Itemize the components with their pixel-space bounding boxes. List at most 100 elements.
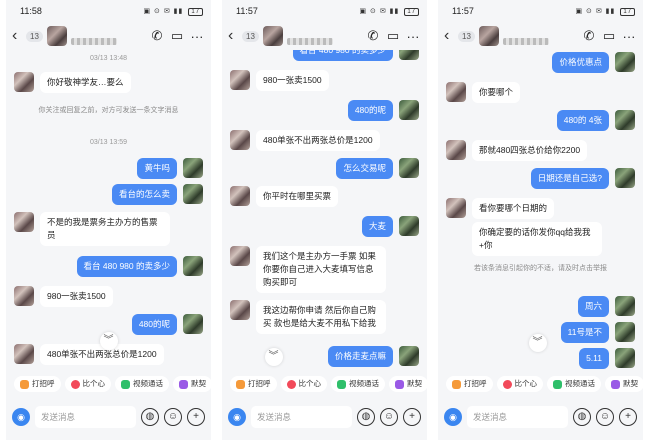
contact-name[interactable] xyxy=(70,32,145,45)
phone-icon[interactable]: ✆ xyxy=(365,28,381,44)
my-avatar[interactable] xyxy=(183,314,203,334)
chip-greet[interactable]: 打招呼 xyxy=(446,376,493,392)
message-bubble[interactable]: 980一张卖1500 xyxy=(40,286,113,307)
contact-name[interactable] xyxy=(502,32,577,45)
message-bubble[interactable]: 480的呢 xyxy=(131,314,177,335)
message-bubble[interactable]: 11号是不 xyxy=(560,322,609,343)
emoji-icon[interactable]: ☺ xyxy=(164,408,182,426)
my-avatar[interactable] xyxy=(615,168,635,188)
chip-greet[interactable]: 打招呼 xyxy=(230,376,277,392)
plus-icon[interactable]: + xyxy=(619,408,637,426)
scroll-down-icon[interactable]: ︾ xyxy=(264,348,283,366)
back-icon[interactable]: ‹ xyxy=(444,28,454,44)
contact-avatar[interactable] xyxy=(46,26,67,46)
message-bubble[interactable]: 看台的怎么卖 xyxy=(111,184,177,205)
chip-heart[interactable]: 比个心 xyxy=(280,376,327,392)
unread-count[interactable]: 13 xyxy=(26,30,43,42)
peer-avatar[interactable] xyxy=(446,198,466,218)
my-avatar[interactable] xyxy=(615,322,635,342)
message-bubble[interactable]: 480的 4张 xyxy=(556,110,609,131)
peer-avatar[interactable] xyxy=(230,186,250,206)
scroll-down-icon[interactable]: ︾ xyxy=(99,332,118,350)
unread-count[interactable]: 13 xyxy=(458,30,475,42)
peer-avatar[interactable] xyxy=(14,212,34,232)
message-bubble[interactable]: 那就480四张总价给你2200 xyxy=(472,140,588,161)
video-icon[interactable]: ▭ xyxy=(385,28,401,44)
audio-icon[interactable]: ◍ xyxy=(357,408,375,426)
my-avatar[interactable] xyxy=(183,184,203,204)
emoji-icon[interactable]: ☺ xyxy=(596,408,614,426)
message-input[interactable]: 发送消息 xyxy=(467,406,568,428)
peer-avatar[interactable] xyxy=(446,82,466,102)
peer-avatar[interactable] xyxy=(14,286,34,306)
my-avatar[interactable] xyxy=(615,52,635,72)
message-input[interactable]: 发送消息 xyxy=(35,406,136,428)
message-bubble[interactable]: 980一张卖1500 xyxy=(256,70,329,91)
more-icon[interactable]: ··· xyxy=(189,29,205,44)
more-icon[interactable]: ··· xyxy=(621,29,637,44)
message-bubble[interactable]: 你要哪个 xyxy=(472,82,521,103)
message-bubble[interactable]: 你确定要的话你发你qq给我我+你 xyxy=(472,222,602,256)
my-avatar[interactable] xyxy=(399,346,419,366)
chip-heart[interactable]: 比个心 xyxy=(496,376,543,392)
back-icon[interactable]: ‹ xyxy=(228,28,238,44)
unread-count[interactable]: 13 xyxy=(242,30,259,42)
voice-icon[interactable]: ◉ xyxy=(444,408,462,426)
message-bubble[interactable]: 看台 480 980 的卖多少 xyxy=(292,50,393,61)
peer-avatar[interactable] xyxy=(14,344,34,364)
chip-video-call[interactable]: 视频通话 xyxy=(547,376,601,392)
scroll-down-icon[interactable]: ︾ xyxy=(528,334,547,352)
phone-icon[interactable]: ✆ xyxy=(149,28,165,44)
plus-icon[interactable]: + xyxy=(403,408,421,426)
video-icon[interactable]: ▭ xyxy=(169,28,185,44)
message-bubble[interactable]: 你好敬神学友…要么 xyxy=(40,72,131,93)
contact-avatar[interactable] xyxy=(262,26,283,46)
message-bubble[interactable]: 黄牛吗 xyxy=(137,158,177,179)
peer-avatar[interactable] xyxy=(446,140,466,160)
report-notice[interactable]: 若该条消息引起你的不适，请及时点击举报 xyxy=(458,264,623,274)
chip-tacit[interactable]: 默契 xyxy=(173,376,211,392)
my-avatar[interactable] xyxy=(399,50,419,60)
plus-icon[interactable]: + xyxy=(187,408,205,426)
message-bubble[interactable]: 怎么交易呢 xyxy=(336,158,393,179)
message-bubble[interactable]: 看台 480 980 的卖多少 xyxy=(76,256,177,277)
chip-video-call[interactable]: 视频通话 xyxy=(331,376,385,392)
message-bubble[interactable]: 周六 xyxy=(577,296,609,317)
contact-name[interactable] xyxy=(286,32,361,45)
message-bubble[interactable]: 我们这个是主办方一手票 如果你要你自己进入大麦填写信息购买即可 xyxy=(256,246,386,293)
message-bubble[interactable]: 我这边帮你申请 然后你自己购买 款也是给大麦不用私下给我 xyxy=(256,300,386,334)
message-bubble[interactable]: 价格优惠点 xyxy=(552,52,609,73)
message-bubble[interactable]: 大麦 xyxy=(361,216,393,237)
back-icon[interactable]: ‹ xyxy=(12,28,22,44)
chip-tacit[interactable]: 默契 xyxy=(605,376,643,392)
chip-tacit[interactable]: 默契 xyxy=(389,376,427,392)
my-avatar[interactable] xyxy=(615,296,635,316)
chip-heart[interactable]: 比个心 xyxy=(64,376,111,392)
my-avatar[interactable] xyxy=(399,100,419,120)
message-bubble[interactable]: 5.11 xyxy=(579,348,609,369)
my-avatar[interactable] xyxy=(399,216,419,236)
message-bubble[interactable]: 看你要哪个日期的 xyxy=(472,198,555,219)
my-avatar[interactable] xyxy=(183,256,203,276)
message-bubble[interactable]: 480单张不出两张总价是1200 xyxy=(256,130,380,151)
chip-video-call[interactable]: 视频通话 xyxy=(115,376,169,392)
message-bubble[interactable]: 不是的我是票务主办方的售票员 xyxy=(40,212,170,246)
peer-avatar[interactable] xyxy=(230,300,250,320)
audio-icon[interactable]: ◍ xyxy=(141,408,159,426)
contact-avatar[interactable] xyxy=(478,26,499,46)
video-icon[interactable]: ▭ xyxy=(601,28,617,44)
peer-avatar[interactable] xyxy=(230,246,250,266)
message-bubble[interactable]: 你平时在哪里买票 xyxy=(256,186,339,207)
my-avatar[interactable] xyxy=(615,348,635,368)
my-avatar[interactable] xyxy=(615,110,635,130)
more-icon[interactable]: ··· xyxy=(405,29,421,44)
message-input[interactable]: 发送消息 xyxy=(251,406,352,428)
message-bubble[interactable]: 价格走麦点嘛 xyxy=(327,346,393,367)
peer-avatar[interactable] xyxy=(14,72,34,92)
audio-icon[interactable]: ◍ xyxy=(573,408,591,426)
voice-icon[interactable]: ◉ xyxy=(12,408,30,426)
peer-avatar[interactable] xyxy=(230,130,250,150)
message-bubble[interactable]: 480的呢 xyxy=(347,100,393,121)
emoji-icon[interactable]: ☺ xyxy=(380,408,398,426)
peer-avatar[interactable] xyxy=(230,70,250,90)
